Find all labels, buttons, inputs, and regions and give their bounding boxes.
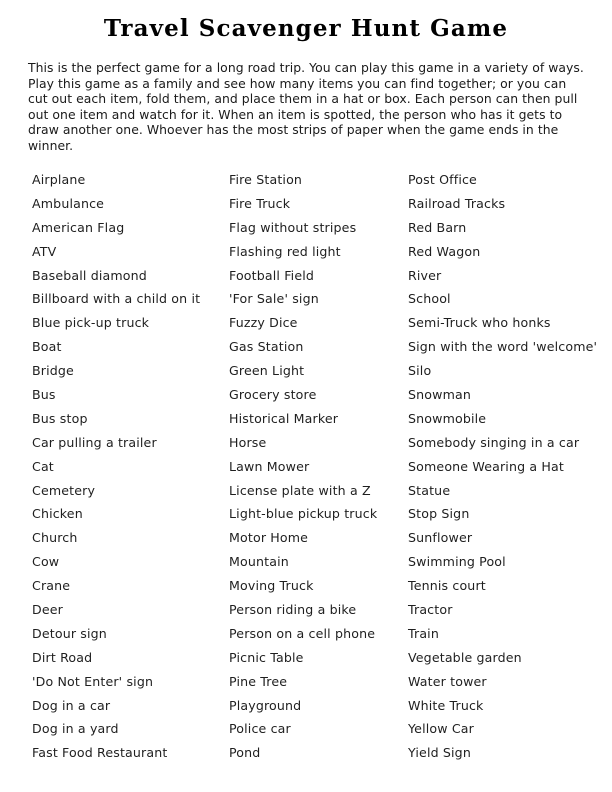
scavenger-hunt-page: Travel Scavenger Hunt Game This is the p… [0,0,612,792]
scavenger-item[interactable]: Fast Food Restaurant [32,741,228,765]
scavenger-item[interactable]: ATV [32,240,228,264]
item-column-3: Post Office Railroad Tracks Red Barn Red Wa… [408,168,612,765]
scavenger-item[interactable]: American Flag [32,216,228,240]
scavenger-item[interactable]: Chicken [32,502,228,526]
scavenger-item[interactable]: 'For Sale' sign [229,287,407,311]
scavenger-item[interactable]: Horse [229,431,407,455]
scavenger-item[interactable]: Gas Station [229,335,407,359]
scavenger-item[interactable]: Red Barn [408,216,612,240]
intro-paragraph: This is the perfect game for a long road… [28,60,584,153]
scavenger-item[interactable]: Train [408,622,612,646]
scavenger-item[interactable]: Sunflower [408,526,612,550]
scavenger-item[interactable]: Snowmobile [408,407,612,431]
item-column-1: Airplane Ambulance American Flag ATV Basebal… [32,168,228,765]
scavenger-item[interactable]: Yield Sign [408,741,612,765]
scavenger-item[interactable]: Car pulling a trailer [32,431,228,455]
scavenger-item[interactable]: Snowman [408,383,612,407]
scavenger-item[interactable]: 'Do Not Enter' sign [32,670,228,694]
scavenger-item[interactable]: Water tower [408,670,612,694]
scavenger-item[interactable]: Person riding a bike [229,598,407,622]
scavenger-item[interactable]: Church [32,526,228,550]
scavenger-item[interactable]: Semi-Truck who honks [408,311,612,335]
scavenger-item[interactable]: Person on a cell phone [229,622,407,646]
scavenger-item[interactable]: Police car [229,717,407,741]
scavenger-item[interactable]: Fire Truck [229,192,407,216]
scavenger-item[interactable]: Ambulance [32,192,228,216]
scavenger-item[interactable]: Statue [408,479,612,503]
scavenger-item[interactable]: School [408,287,612,311]
scavenger-item[interactable]: Fire Station [229,168,407,192]
scavenger-item[interactable]: Light-blue pickup truck [229,502,407,526]
scavenger-item[interactable]: Dog in a car [32,694,228,718]
scavenger-item[interactable]: Bridge [32,359,228,383]
scavenger-item[interactable]: Airplane [32,168,228,192]
scavenger-item[interactable]: Sign with the word 'welcome' [408,335,612,359]
scavenger-item[interactable]: Cemetery [32,479,228,503]
scavenger-item[interactable]: Somebody singing in a car [408,431,612,455]
scavenger-item[interactable]: License plate with a Z [229,479,407,503]
page-title: Travel Scavenger Hunt Game [103,15,509,42]
scavenger-item[interactable]: Picnic Table [229,646,407,670]
scavenger-item[interactable]: Detour sign [32,622,228,646]
scavenger-item[interactable]: Post Office [408,168,612,192]
scavenger-item[interactable]: Tractor [408,598,612,622]
scavenger-item[interactable]: Silo [408,359,612,383]
scavenger-item[interactable]: Motor Home [229,526,407,550]
scavenger-item[interactable]: Cow [32,550,228,574]
scavenger-item[interactable]: Playground [229,694,407,718]
scavenger-item[interactable]: Crane [32,574,228,598]
scavenger-item[interactable]: Red Wagon [408,240,612,264]
scavenger-item[interactable]: Moving Truck [229,574,407,598]
scavenger-item[interactable]: Pond [229,741,407,765]
scavenger-item[interactable]: Bus stop [32,407,228,431]
scavenger-item[interactable]: Boat [32,335,228,359]
scavenger-item[interactable]: Railroad Tracks [408,192,612,216]
scavenger-item[interactable]: Flag without stripes [229,216,407,240]
scavenger-item[interactable]: Fuzzy Dice [229,311,407,335]
scavenger-item[interactable]: Lawn Mower [229,455,407,479]
scavenger-item[interactable]: Flashing red light [229,240,407,264]
scavenger-item[interactable]: Dog in a yard [32,717,228,741]
scavenger-item[interactable]: River [408,264,612,288]
scavenger-item[interactable]: Swimming Pool [408,550,612,574]
scavenger-item[interactable]: Tennis court [408,574,612,598]
scavenger-item[interactable]: Football Field [229,264,407,288]
scavenger-item[interactable]: Blue pick-up truck [32,311,228,335]
scavenger-item[interactable]: Stop Sign [408,502,612,526]
scavenger-item[interactable]: Bus [32,383,228,407]
item-column-2: Fire Station Fire Truck Flag without strip… [229,168,407,765]
scavenger-item[interactable]: Cat [32,455,228,479]
scavenger-item[interactable]: Mountain [229,550,407,574]
scavenger-item[interactable]: White Truck [408,694,612,718]
scavenger-item[interactable]: Historical Marker [229,407,407,431]
scavenger-item[interactable]: Green Light [229,359,407,383]
scavenger-item[interactable]: Someone Wearing a Hat [408,455,612,479]
scavenger-item[interactable]: Billboard with a child on it [32,287,228,311]
scavenger-item[interactable]: Yellow Car [408,717,612,741]
scavenger-item[interactable]: Baseball diamond [32,264,228,288]
item-columns: Airplane Ambulance American Flag ATV Basebal… [0,168,612,778]
scavenger-item[interactable]: Pine Tree [229,670,407,694]
scavenger-item[interactable]: Deer [32,598,228,622]
scavenger-item[interactable]: Grocery store [229,383,407,407]
scavenger-item[interactable]: Vegetable garden [408,646,612,670]
scavenger-item[interactable]: Dirt Road [32,646,228,670]
